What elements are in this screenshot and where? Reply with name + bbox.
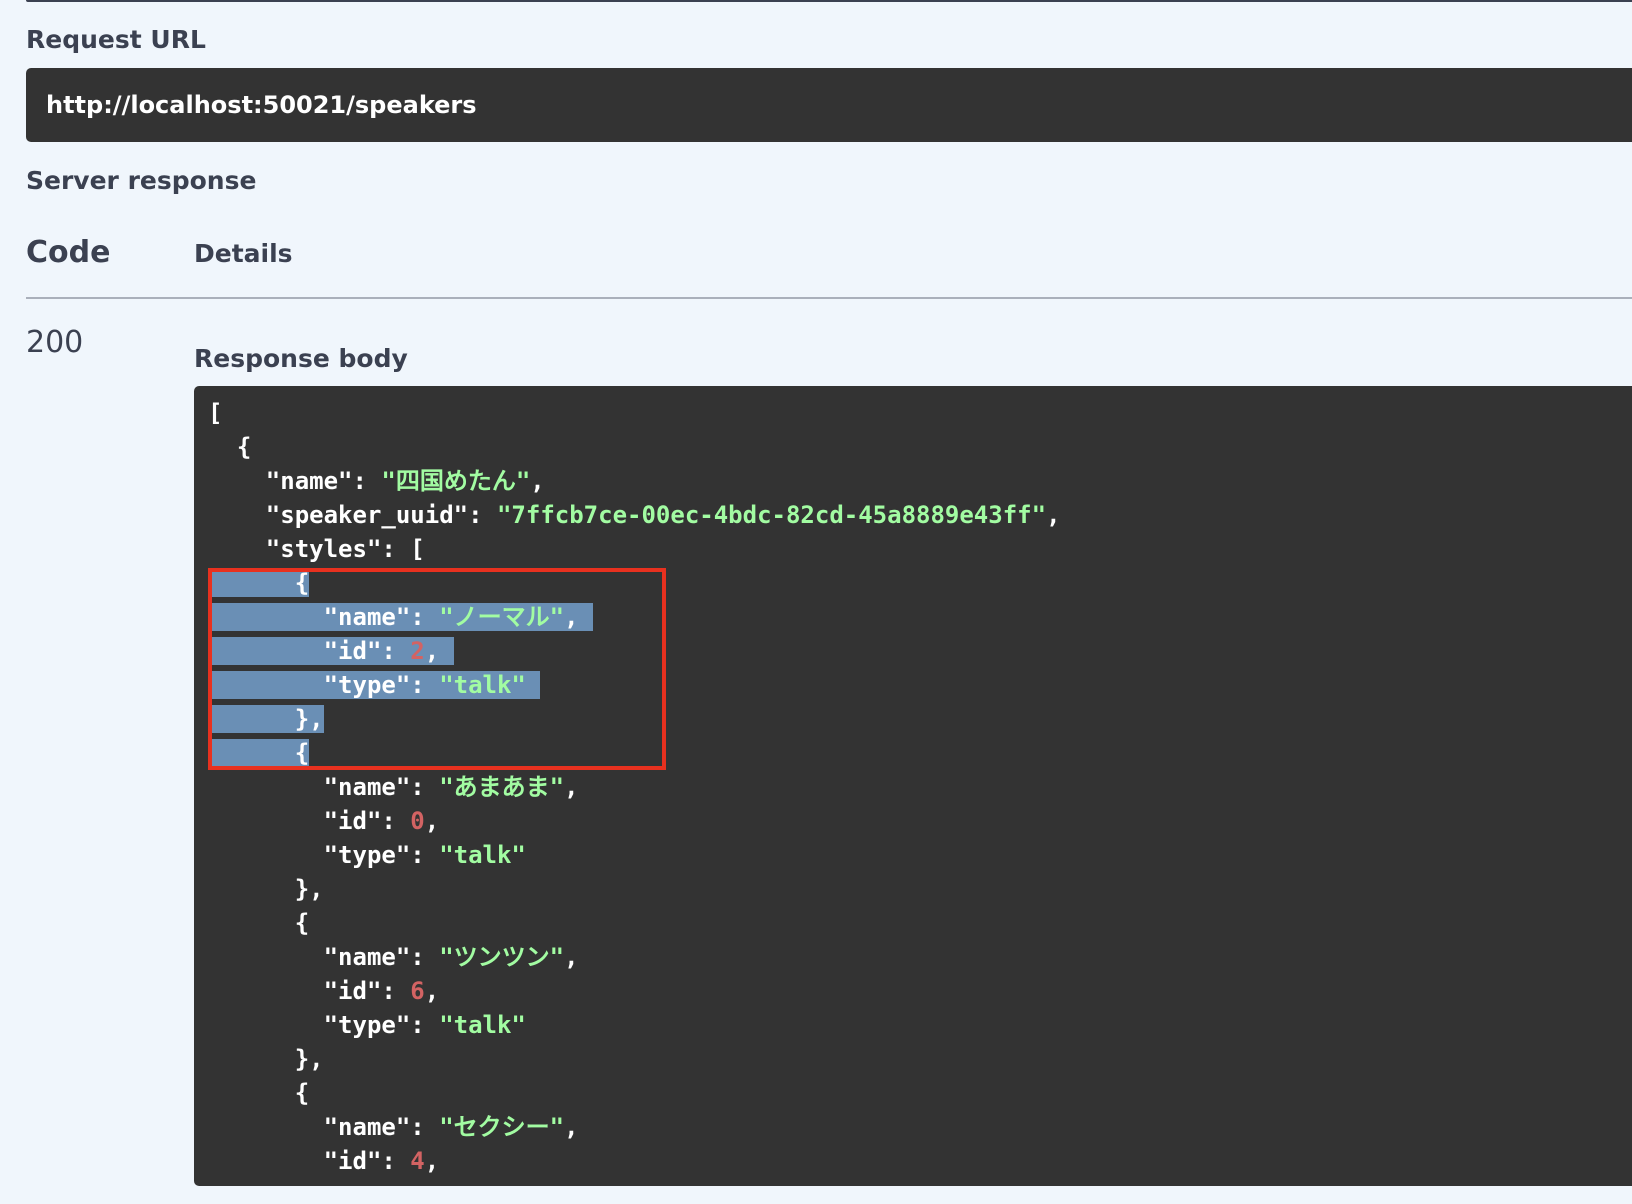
json-punctuation: { <box>208 1079 310 1107</box>
json-punctuation: }, <box>208 1045 324 1073</box>
json-string: "talk" <box>439 841 526 869</box>
code-line: "name": "四国めたん", <box>208 464 1061 498</box>
json-punctuation: "id": <box>208 1147 411 1175</box>
code-line: [ <box>208 396 1061 430</box>
json-punctuation: "id": <box>208 807 411 835</box>
json-string: "セクシー" <box>439 1113 565 1141</box>
code-line: "type": "talk" <box>208 838 1061 872</box>
column-header-code: Code <box>26 235 111 270</box>
code-line: "id": 6, <box>208 974 1061 1008</box>
code-line: "styles": [ <box>208 532 1061 566</box>
json-punctuation: , <box>1046 501 1061 529</box>
table-divider <box>26 297 1632 299</box>
code-line: "id": 4, <box>208 1144 1061 1178</box>
code-line: "name": "ツンツン", <box>208 940 1061 974</box>
json-punctuation: "name": <box>208 773 440 801</box>
code-line: "name": "セクシー", <box>208 1110 1061 1144</box>
column-header-details: Details <box>194 239 293 268</box>
json-punctuation: "type": <box>208 841 440 869</box>
json-punctuation: "styles": [ <box>208 535 425 563</box>
request-url-label: Request URL <box>26 25 206 54</box>
json-number: 4 <box>410 1147 425 1175</box>
request-url-value: http://localhost:50021/speakers <box>46 91 477 119</box>
response-status-code: 200 <box>26 325 84 360</box>
response-body-label: Response body <box>194 344 408 373</box>
json-punctuation: "name": <box>208 467 382 495</box>
json-punctuation: "speaker_uuid": <box>208 501 497 529</box>
json-punctuation: "name": <box>208 943 440 971</box>
json-punctuation: , <box>564 1113 579 1141</box>
json-punctuation: , <box>564 773 579 801</box>
request-url-box[interactable]: http://localhost:50021/speakers <box>26 68 1632 142</box>
json-string: "talk" <box>439 1011 526 1039</box>
code-line: "id": 0, <box>208 804 1061 838</box>
json-punctuation: }, <box>208 875 324 903</box>
json-punctuation: , <box>424 1147 440 1175</box>
server-response-label: Server response <box>26 166 257 195</box>
json-punctuation: { <box>208 433 252 461</box>
json-string: "あまあま" <box>439 773 565 801</box>
json-number: 6 <box>410 977 425 1005</box>
json-number: 0 <box>410 807 425 835</box>
json-punctuation: , <box>530 467 545 495</box>
highlight-annotation-box <box>208 568 666 770</box>
json-punctuation: , <box>424 977 440 1005</box>
code-line: }, <box>208 872 1061 906</box>
code-line: "type": "talk" <box>208 1008 1061 1042</box>
code-line: { <box>208 1076 1061 1110</box>
json-punctuation: , <box>424 807 440 835</box>
response-body-code[interactable]: [ { "name": "四国めたん", "speaker_uuid": "7f… <box>208 396 1061 1178</box>
json-punctuation: "id": <box>208 977 411 1005</box>
json-string: "四国めたん" <box>381 467 531 495</box>
json-string: "ツンツン" <box>439 943 565 971</box>
json-punctuation: , <box>564 943 579 971</box>
code-line: { <box>208 430 1061 464</box>
panel-top-edge <box>26 0 1632 2</box>
code-line: "name": "あまあま", <box>208 770 1061 804</box>
code-line: { <box>208 906 1061 940</box>
code-line: "speaker_uuid": "7ffcb7ce-00ec-4bdc-82cd… <box>208 498 1061 532</box>
json-punctuation: [ <box>208 399 223 427</box>
json-punctuation: "type": <box>208 1011 440 1039</box>
json-punctuation: "name": <box>208 1113 440 1141</box>
response-body[interactable]: [ { "name": "四国めたん", "speaker_uuid": "7f… <box>194 386 1632 1186</box>
json-string: "7ffcb7ce-00ec-4bdc-82cd-45a8889e43ff" <box>496 501 1047 529</box>
code-line: }, <box>208 1042 1061 1076</box>
json-punctuation: { <box>208 909 310 937</box>
